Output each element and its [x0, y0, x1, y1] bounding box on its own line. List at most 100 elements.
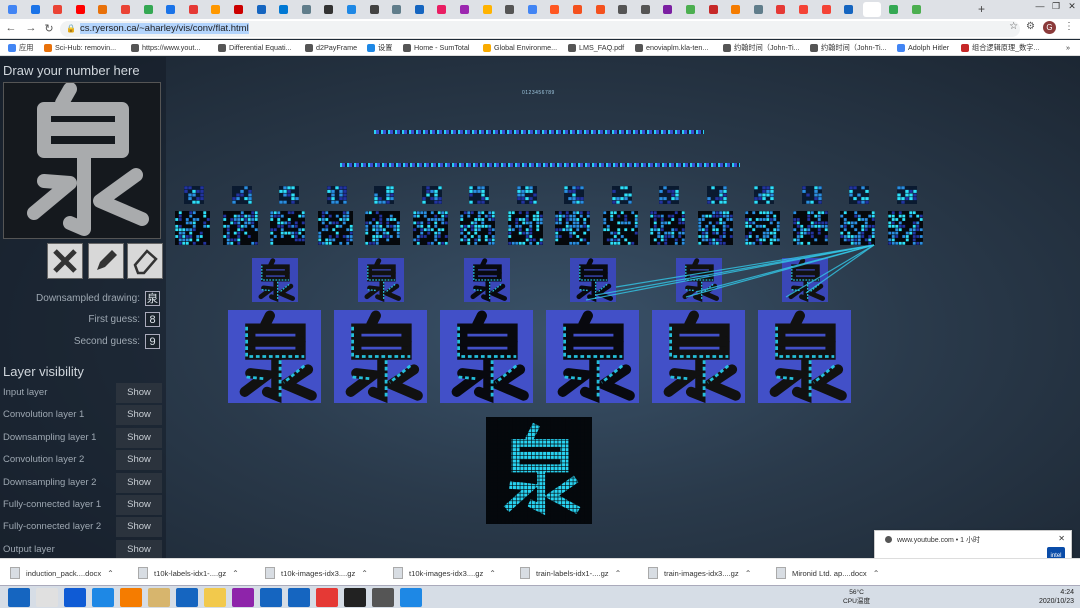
conv-2-feature-map[interactable] — [840, 211, 875, 245]
browser-tab[interactable] — [614, 2, 632, 17]
chevron-up-icon[interactable]: ⌃ — [232, 569, 239, 578]
bookmark-item[interactable]: 组合逻辑原理_数字... — [961, 43, 1040, 53]
avatar[interactable]: G — [1043, 21, 1056, 34]
conv-2-feature-map[interactable] — [365, 211, 400, 245]
downsample-2-feature-map[interactable] — [469, 186, 489, 204]
browser-tab[interactable] — [72, 2, 90, 17]
layer-show-button[interactable]: Show — [116, 495, 162, 515]
conv-1-feature-map[interactable] — [758, 310, 851, 404]
browser-tab[interactable] — [885, 2, 903, 17]
downsample-2-feature-map[interactable] — [421, 186, 442, 204]
browser-tab[interactable] — [230, 2, 248, 17]
url-input[interactable]: 🔒 cs.ryerson.ca/~aharley/vis/conv/flat.h… — [60, 21, 1020, 37]
pencil-button[interactable] — [88, 243, 124, 279]
download-item[interactable]: induction_pack....docx ⌃ — [10, 565, 114, 581]
browser-tab[interactable] — [94, 2, 112, 17]
taskbar-app-icon[interactable] — [204, 588, 226, 607]
conv-2-feature-map[interactable] — [222, 211, 258, 245]
bookmark-item[interactable]: 应用 — [8, 43, 33, 53]
layer-show-button[interactable]: Show — [116, 383, 162, 403]
taskbar-app-icon[interactable] — [92, 588, 114, 607]
browser-tab[interactable] — [117, 2, 135, 17]
drawing-canvas[interactable] — [3, 82, 161, 239]
clock[interactable]: 4:24 2020/10/23 — [1039, 588, 1074, 606]
conv-2-feature-map[interactable] — [270, 211, 305, 245]
maximize-button[interactable]: ❐ — [1048, 0, 1064, 12]
browser-tab[interactable] — [27, 2, 45, 17]
browser-tab[interactable] — [840, 2, 858, 17]
conv-1-feature-map[interactable] — [546, 310, 639, 404]
browser-tab[interactable] — [795, 2, 813, 17]
star-icon[interactable]: ☆ — [1009, 21, 1018, 34]
downsample-2-feature-map[interactable] — [706, 186, 727, 204]
browser-tab[interactable] — [433, 2, 451, 17]
close-notification-icon[interactable]: ✕ — [1058, 534, 1065, 543]
input-layer-grid[interactable] — [485, 417, 593, 524]
browser-tab[interactable] — [569, 2, 587, 17]
browser-tab[interactable] — [862, 2, 881, 17]
taskbar-app-icon[interactable] — [64, 588, 86, 607]
conv-2-feature-map[interactable] — [555, 211, 590, 245]
conv-2-feature-map[interactable] — [887, 211, 923, 245]
taskbar-app-icon[interactable] — [176, 588, 198, 607]
downsample-2-feature-map[interactable] — [801, 186, 822, 204]
browser-tab[interactable] — [637, 2, 655, 17]
downsample-2-feature-map[interactable] — [659, 186, 679, 204]
browser-tab[interactable] — [275, 2, 293, 17]
download-item[interactable]: t10k-images-idx3....gz ⌃ — [265, 565, 368, 581]
download-item[interactable]: train-labels-idx1-....gz ⌃ — [520, 565, 621, 581]
downsample-1-feature-map[interactable] — [252, 258, 298, 303]
browser-tab[interactable] — [524, 2, 542, 17]
layer-show-button[interactable]: Show — [116, 472, 162, 493]
more-bookmarks-button[interactable]: » — [1066, 43, 1070, 52]
browser-tab[interactable] — [253, 2, 271, 17]
browser-tab[interactable] — [207, 2, 225, 17]
conv-1-feature-map[interactable] — [334, 310, 427, 404]
downsample-2-feature-map[interactable] — [849, 186, 869, 204]
chevron-up-icon[interactable]: ⌃ — [107, 569, 114, 578]
browser-tab[interactable] — [320, 2, 338, 17]
back-icon[interactable]: ← — [4, 22, 18, 34]
chevron-up-icon[interactable]: ⌃ — [489, 569, 496, 578]
downsample-1-feature-map[interactable] — [358, 258, 404, 303]
conv-2-feature-map[interactable] — [460, 211, 495, 245]
browser-tab[interactable] — [705, 2, 723, 17]
close-window-button[interactable]: ✕ — [1064, 0, 1080, 12]
conv-2-feature-map[interactable] — [602, 211, 638, 245]
chevron-up-icon[interactable]: ⌃ — [615, 569, 622, 578]
conv-2-feature-map[interactable] — [175, 211, 210, 245]
bookmark-item[interactable]: 约翰时间（John-Ti... — [810, 43, 887, 53]
browser-tab[interactable] — [366, 2, 384, 17]
taskbar-app-icon[interactable] — [288, 588, 310, 607]
conv-1-feature-map[interactable] — [440, 310, 533, 404]
bookmark-item[interactable]: Differential Equati... — [218, 43, 292, 52]
extensions-icon[interactable]: ⚙ — [1026, 21, 1035, 34]
chevron-up-icon[interactable]: ⌃ — [745, 569, 752, 578]
menu-icon[interactable]: ⋮ — [1064, 21, 1074, 34]
bookmark-item[interactable]: Sci-Hub: removin... — [44, 43, 116, 52]
browser-tab[interactable] — [727, 2, 745, 17]
clear-button[interactable] — [47, 243, 83, 279]
conv-2-feature-map[interactable] — [697, 211, 733, 245]
conv-1-feature-map[interactable] — [652, 310, 745, 404]
download-item[interactable]: t10k-images-idx3....gz ⌃ — [393, 565, 496, 581]
downsample-2-feature-map[interactable] — [279, 186, 299, 204]
taskbar-app-icon[interactable] — [316, 588, 338, 607]
bookmark-item[interactable]: Home - SumTotal — [403, 43, 470, 52]
conv-2-feature-map[interactable] — [317, 211, 353, 245]
browser-tab[interactable] — [818, 2, 836, 17]
browser-tab[interactable] — [682, 2, 700, 17]
reload-icon[interactable]: ↻ — [42, 22, 56, 35]
browser-tab[interactable] — [479, 2, 497, 17]
browser-tab[interactable] — [343, 2, 361, 17]
downsample-2-feature-map[interactable] — [611, 186, 632, 204]
browser-tab[interactable] — [456, 2, 474, 17]
downsample-2-feature-map[interactable] — [564, 186, 584, 204]
downsample-2-feature-map[interactable] — [184, 186, 204, 204]
downsample-2-feature-map[interactable] — [754, 186, 774, 204]
chevron-up-icon[interactable]: ⌃ — [361, 569, 368, 578]
downsample-2-feature-map[interactable] — [326, 186, 347, 204]
conv-2-feature-map[interactable] — [507, 211, 543, 245]
browser-tab[interactable] — [185, 2, 203, 17]
network-visualization[interactable]: 0123456789 — [166, 57, 1080, 558]
